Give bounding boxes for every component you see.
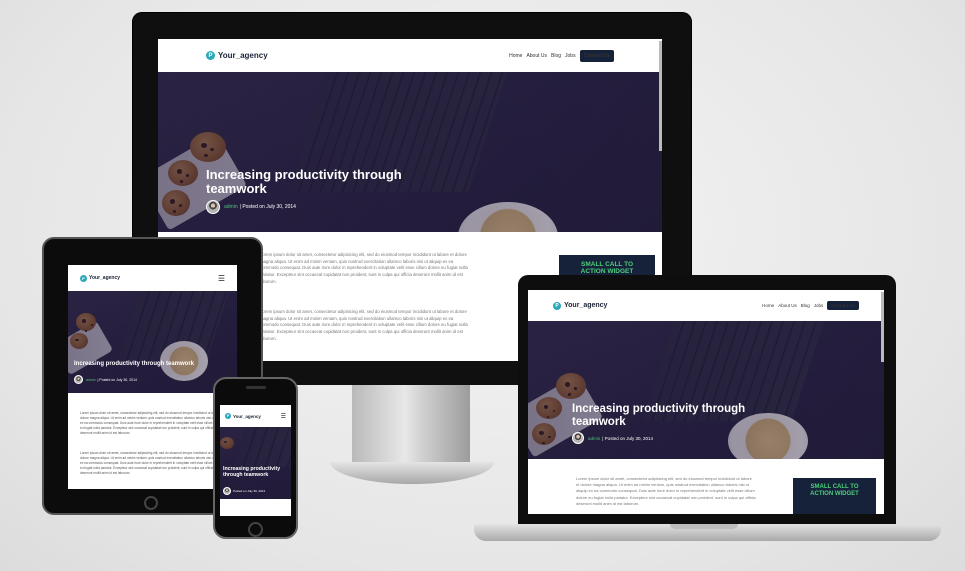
logo-text: Your_agency — [89, 275, 121, 281]
site-navbar: P Your_agency Home About Us Blog Jobs Co… — [158, 39, 662, 72]
phone-speaker — [246, 386, 266, 389]
site-navbar: P Your_agency Home About Us Blog Jobs Co… — [528, 290, 884, 321]
post-meta: admin | Posted on July 30, 2014 — [572, 432, 653, 444]
author-avatar — [74, 375, 83, 384]
logo-icon: P — [80, 274, 87, 282]
logo-icon: P — [225, 413, 231, 419]
hero-banner: Increasing productivity through teamwork… — [220, 427, 291, 499]
menu-item-blog[interactable]: Blog — [551, 53, 561, 59]
post-paragraph: Lorem ipsum dolor sit amet, consectetur … — [260, 252, 468, 284]
author-link[interactable]: admin — [86, 378, 96, 382]
post-meta: Posted on July 30, 2014 — [223, 487, 265, 495]
site-navbar: P Your_agency ☰ — [68, 265, 237, 291]
post-paragraph: Lorem ipsum dolor sit amet, consectetur … — [80, 451, 225, 475]
smartphone: P Your_agency ☰ Increasing productivity … — [213, 377, 298, 539]
post-date: | Posted on July 30, 2014 — [602, 435, 653, 441]
post-meta: admin | Posted on July 30, 2014 — [206, 200, 296, 214]
hero-banner: Increasing productivity through teamwork… — [158, 72, 662, 232]
main-menu: Home About Us Blog Jobs Contact Us — [509, 49, 614, 62]
post-date: | Posted on July 30, 2014 — [97, 377, 137, 382]
main-menu: Home About Us Blog Jobs Contact Us — [762, 301, 859, 310]
post-title: Increasing productivity through teamwork — [206, 167, 402, 197]
post-paragraph: Lorem ipsum dolor sit amet, consectetur … — [260, 309, 468, 341]
author-avatar — [206, 200, 220, 214]
logo-icon: P — [553, 301, 561, 310]
logo-text: Your_agency — [233, 413, 261, 419]
menu-item-home[interactable]: Home — [762, 303, 774, 308]
menu-item-jobs[interactable]: Jobs — [565, 53, 576, 59]
contact-us-button[interactable]: Contact Us — [579, 49, 614, 62]
main-menu: ☰ — [281, 413, 286, 420]
logo-text: Your_agency — [218, 51, 268, 60]
menu-item-blog[interactable]: Blog — [801, 303, 810, 308]
monitor-stand-neck — [352, 385, 470, 465]
responsive-mockup-stage: P Your_agency Home About Us Blog Jobs Co… — [0, 0, 965, 571]
contact-us-button[interactable]: Contact Us — [827, 301, 859, 310]
site-logo[interactable]: P Your_agency — [553, 301, 608, 310]
hamburger-menu-icon[interactable]: ☰ — [281, 413, 286, 420]
menu-item-about[interactable]: About Us — [778, 303, 797, 308]
tablet-screen: P Your_agency ☰ Increasing productivity … — [68, 265, 237, 489]
author-avatar — [223, 487, 231, 495]
cta-widget[interactable]: SMALL CALL TO ACTION WIDGET — [793, 478, 876, 514]
post-paragraph: Lorem ipsum dolor sit amet, consectetur … — [80, 411, 225, 435]
scrollbar[interactable] — [881, 292, 884, 362]
tablet-home-button[interactable] — [144, 496, 158, 510]
post-paragraph: Lorem ipsum dolor sit amet, consectetur … — [576, 476, 756, 506]
hero-banner: Increasing productivity through teamwork… — [68, 291, 237, 393]
site-logo[interactable]: P Your_agency — [225, 413, 261, 419]
post-title: Increasing productivity through teamwork — [223, 466, 281, 478]
site-navbar: P Your_agency ☰ — [220, 405, 291, 427]
post-date: Posted on July 30, 2014 — [233, 489, 266, 493]
site-logo[interactable]: P Your_agency — [206, 51, 268, 60]
post-title: Increasing productivity through teamwork — [572, 403, 746, 428]
post-meta: admin | Posted on July 30, 2014 — [74, 375, 137, 384]
laptop: P Your_agency Home About Us Blog Jobs Co… — [518, 275, 896, 526]
main-menu: ☰ — [218, 274, 225, 283]
monitor-stand-foot — [330, 462, 494, 484]
menu-item-home[interactable]: Home — [509, 53, 522, 59]
phone-home-button[interactable] — [248, 522, 263, 537]
hero-banner: Increasing productivity through teamwork… — [528, 321, 884, 459]
post-title: Increasing productivity through teamwork — [74, 361, 195, 367]
menu-item-jobs[interactable]: Jobs — [814, 303, 824, 308]
site-logo[interactable]: P Your_agency — [80, 274, 121, 282]
author-link[interactable]: admin — [224, 204, 238, 210]
post-date: | Posted on July 30, 2014 — [239, 204, 296, 210]
logo-text: Your_agency — [564, 302, 608, 309]
menu-item-about[interactable]: About Us — [526, 53, 547, 59]
scrollbar[interactable] — [659, 41, 662, 151]
author-avatar — [572, 432, 584, 444]
phone-screen: P Your_agency ☰ Increasing productivity … — [220, 405, 291, 516]
laptop-notch — [670, 524, 738, 529]
hamburger-menu-icon[interactable]: ☰ — [218, 274, 225, 283]
author-link[interactable]: admin — [588, 436, 600, 441]
laptop-screen: P Your_agency Home About Us Blog Jobs Co… — [528, 290, 884, 514]
logo-icon: P — [206, 51, 215, 60]
